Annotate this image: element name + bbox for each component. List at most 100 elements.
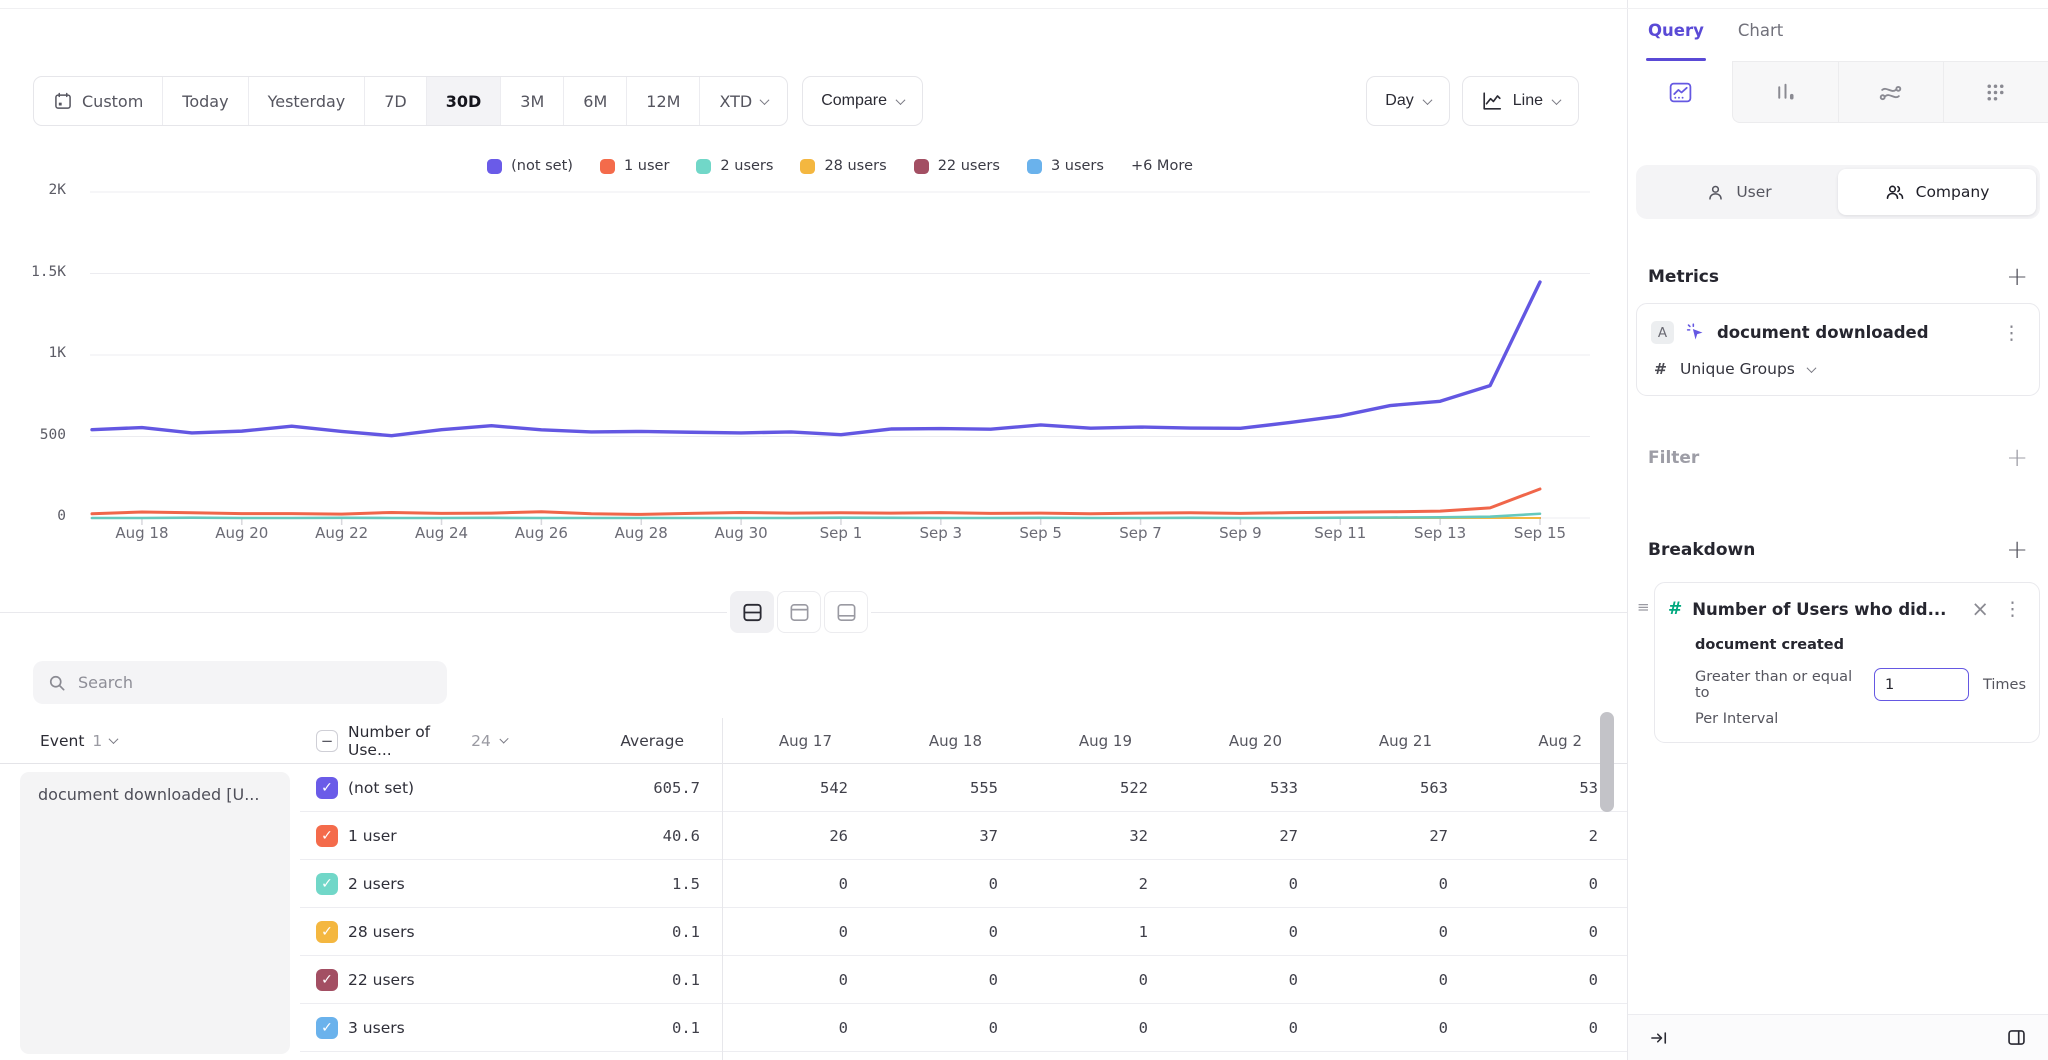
range-12m[interactable]: 12M [626, 77, 699, 125]
date-column-header[interactable]: Aug 17 [706, 732, 856, 750]
legend-item[interactable]: 28 users [800, 158, 886, 174]
x-tick-label: Aug 26 [515, 524, 568, 542]
x-tick-label: Aug 22 [315, 524, 368, 542]
range-3m[interactable]: 3M [500, 77, 563, 125]
legend-item[interactable]: 1 user [600, 158, 669, 174]
range-label: 7D [384, 92, 407, 111]
metric-event-name[interactable]: document downloaded [1717, 323, 1987, 342]
collapse-panel-icon[interactable] [1649, 1028, 1669, 1048]
x-tick-label: Sep 15 [1514, 524, 1566, 542]
vertical-scrollbar[interactable] [1600, 712, 1614, 812]
breakdown-per-interval[interactable]: Per Interval [1695, 711, 2026, 727]
range-yesterday[interactable]: Yesterday [248, 77, 365, 125]
date-column-header[interactable]: Aug 19 [1006, 732, 1156, 750]
group-header-label[interactable]: Number of Use... [348, 723, 461, 759]
event-spark-icon [1685, 322, 1706, 343]
date-column-header[interactable]: Aug 20 [1156, 732, 1306, 750]
chart-tab-flow-chart[interactable] [1838, 61, 1943, 123]
table-row: ✓2 users1.5002000 [300, 860, 1627, 908]
range-6m[interactable]: 6M [563, 77, 626, 125]
tab-chart[interactable]: Chart [1738, 0, 1783, 61]
legend-color-chip [800, 159, 815, 174]
chart-type-dropdown[interactable]: Line [1462, 76, 1579, 126]
row-average: 40.6 [523, 827, 700, 845]
group-column-header: − Number of Use... 24 [300, 723, 507, 759]
row-value: 27 [1172, 827, 1322, 845]
legend-color-chip [696, 159, 711, 174]
row-checkbox[interactable]: ✓ [316, 921, 338, 943]
query-panel: Query Chart User Company Metrics + [1627, 0, 2048, 1060]
breakdown-kebab-icon[interactable]: ⋮ [1999, 598, 2026, 620]
legend-more[interactable]: +6 More [1131, 158, 1193, 174]
column-divider [722, 718, 723, 1060]
select-all-checkbox[interactable]: − [316, 730, 338, 752]
chart-tab-grid-chart[interactable] [1943, 61, 2048, 123]
y-tick-label: 1K [49, 345, 66, 361]
breakdown-event[interactable]: document created [1695, 637, 2026, 653]
add-breakdown-button[interactable]: + [2006, 540, 2028, 560]
interval-label: Day [1385, 92, 1413, 110]
aggregation-dropdown[interactable]: # Unique Groups [1651, 360, 2025, 378]
search-input[interactable] [78, 673, 433, 692]
legend-item[interactable]: 3 users [1027, 158, 1104, 174]
range-label: 12M [646, 92, 680, 111]
number-property-icon: # [1668, 599, 1682, 619]
legend-color-chip [487, 159, 502, 174]
toggle-company[interactable]: Company [1838, 169, 2036, 215]
date-column-header[interactable]: Aug 18 [856, 732, 1006, 750]
row-value: 563 [1322, 779, 1472, 797]
legend-item[interactable]: 2 users [696, 158, 773, 174]
layout-bottom-button[interactable] [824, 591, 868, 633]
drag-handle-icon[interactable]: ≡ [1637, 598, 1650, 616]
breakdown-card-title[interactable]: Number of Users who did... [1692, 600, 1961, 619]
times-value-input[interactable] [1874, 668, 1969, 701]
range-custom[interactable]: Custom [34, 77, 162, 125]
range-today[interactable]: Today [162, 77, 247, 125]
x-tick-label: Sep 7 [1119, 524, 1162, 542]
row-checkbox[interactable]: ✓ [316, 873, 338, 895]
aggregation-label: Unique Groups [1680, 360, 1795, 378]
add-metric-button[interactable]: + [2006, 267, 2028, 287]
chart-tab-line-chart[interactable] [1628, 61, 1732, 123]
top-divider [0, 8, 2048, 9]
legend-item[interactable]: 22 users [914, 158, 1000, 174]
legend-item[interactable]: (not set) [487, 158, 573, 174]
main-area: Custom Today Yesterday 7D 30D3M6M 12M XTD Comp… [0, 0, 1627, 1060]
legend-label: 3 users [1051, 158, 1104, 174]
date-column-header[interactable]: Aug 2 [1456, 732, 1606, 750]
row-checkbox[interactable]: ✓ [316, 777, 338, 799]
chevron-down-icon [1552, 95, 1562, 105]
row-value: 27 [1322, 827, 1472, 845]
range-xtd[interactable]: XTD [699, 77, 787, 125]
layout-split-button[interactable] [730, 591, 774, 633]
average-header[interactable]: Average [507, 732, 684, 750]
range-7d[interactable]: 7D [364, 77, 426, 125]
event-column-header[interactable]: Event 1 [0, 732, 300, 750]
date-column-header[interactable]: Aug 21 [1306, 732, 1456, 750]
row-value: 0 [1322, 923, 1472, 941]
metric-kebab-icon[interactable]: ⋮ [1998, 322, 2025, 344]
panel-layout-icon[interactable] [2006, 1027, 2027, 1048]
chevron-down-icon [1422, 95, 1432, 105]
event-name-cell[interactable]: document downloaded [U... [20, 772, 290, 1054]
row-checkbox[interactable]: ✓ [316, 1017, 338, 1039]
chart-svg[interactable] [90, 186, 1590, 536]
row-checkbox[interactable]: ✓ [316, 825, 338, 847]
layout-top-button[interactable] [777, 591, 821, 633]
metrics-title: Metrics [1648, 267, 1719, 287]
chart-tab-bar-chart[interactable] [1732, 61, 1837, 123]
breakdown-condition[interactable]: Greater than or equal to [1695, 669, 1861, 701]
range-label: Today [182, 92, 228, 111]
tab-query[interactable]: Query [1648, 0, 1704, 61]
search-box[interactable] [33, 661, 447, 704]
add-filter-button[interactable]: + [2006, 448, 2028, 468]
close-icon[interactable]: × [1971, 600, 1989, 618]
metric-card[interactable]: A document downloaded ⋮ # Unique Groups [1636, 303, 2040, 396]
toggle-user[interactable]: User [1640, 169, 1838, 215]
range-30d[interactable]: 30D [426, 77, 501, 125]
compare-button[interactable]: Compare [802, 76, 923, 126]
interval-dropdown[interactable]: Day [1366, 76, 1449, 126]
toggle-user-label: User [1736, 183, 1771, 201]
metrics-header: Metrics + [1648, 267, 2028, 287]
row-checkbox[interactable]: ✓ [316, 969, 338, 991]
